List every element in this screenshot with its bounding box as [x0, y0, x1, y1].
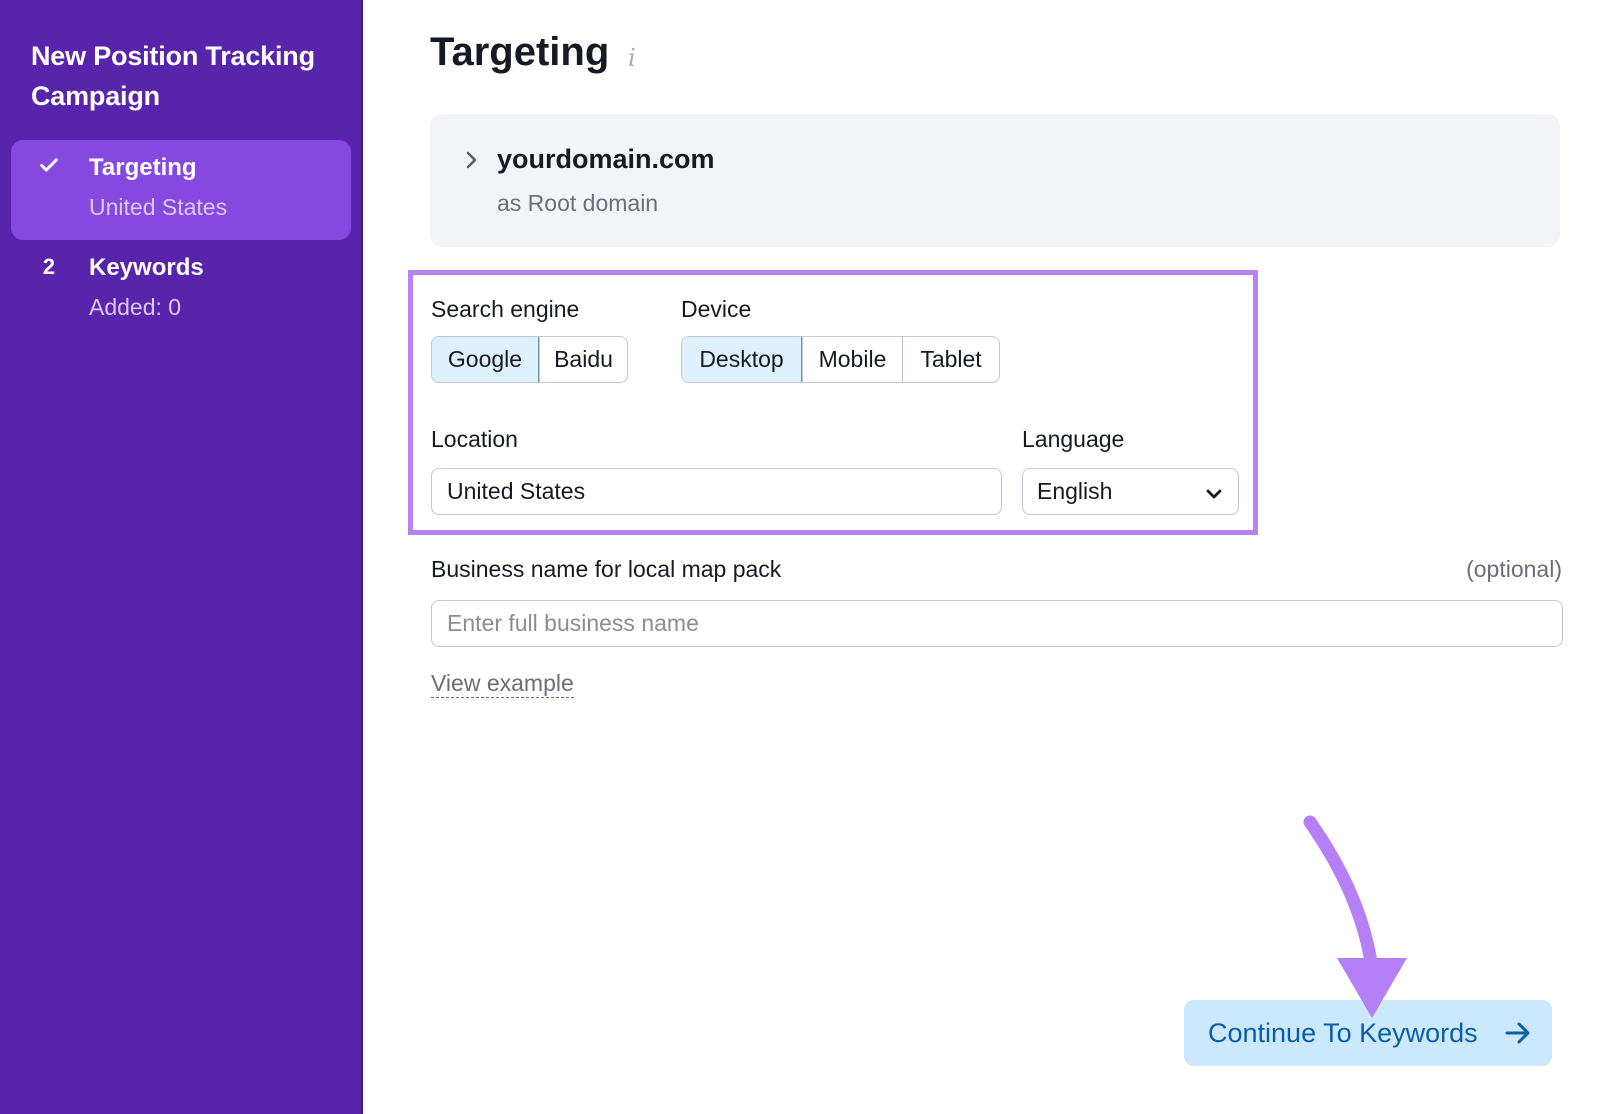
page-title: Targeting — [430, 30, 609, 75]
step-subtitle: Added: 0 — [89, 294, 181, 321]
search-engine-label: Search engine — [431, 296, 579, 323]
info-icon[interactable]: i — [628, 44, 636, 72]
location-input[interactable]: United States — [431, 468, 1002, 515]
domain-name: yourdomain.com — [497, 144, 715, 175]
chevron-right-icon[interactable] — [464, 150, 480, 170]
arrow-right-icon — [1504, 1020, 1532, 1046]
step-subtitle: United States — [89, 194, 227, 221]
campaign-title: New Position Tracking Campaign — [31, 36, 341, 116]
step-keywords[interactable]: 2 Keywords Added: 0 — [11, 240, 351, 340]
search-engine-google[interactable]: Google — [432, 337, 539, 382]
language-select[interactable]: English — [1022, 468, 1239, 515]
optional-label: (optional) — [1466, 556, 1562, 583]
search-engine-toggle: Google Baidu — [431, 336, 628, 383]
search-engine-baidu[interactable]: Baidu — [539, 337, 627, 382]
device-mobile[interactable]: Mobile — [802, 337, 902, 382]
continue-to-keywords-button[interactable]: Continue To Keywords — [1184, 1000, 1552, 1066]
device-tablet[interactable]: Tablet — [902, 337, 999, 382]
continue-button-label: Continue To Keywords — [1208, 1018, 1478, 1049]
view-example-link[interactable]: View example — [431, 669, 574, 698]
check-icon — [37, 154, 61, 178]
step-number: 2 — [37, 254, 61, 278]
sidebar: New Position Tracking Campaign Targeting… — [0, 0, 363, 1114]
step-targeting[interactable]: Targeting United States — [11, 140, 351, 240]
annotation-arrow-icon — [1280, 800, 1440, 1030]
step-title: Targeting — [89, 154, 197, 182]
device-toggle: Desktop Mobile Tablet — [681, 336, 1000, 383]
domain-card[interactable]: yourdomain.com as Root domain — [430, 114, 1560, 247]
step-title: Keywords — [89, 254, 204, 282]
language-label: Language — [1022, 426, 1124, 453]
device-desktop[interactable]: Desktop — [682, 337, 802, 382]
business-name-input[interactable]: Enter full business name — [431, 600, 1563, 647]
domain-scope: as Root domain — [497, 190, 658, 217]
chevron-down-icon — [1204, 483, 1224, 503]
location-label: Location — [431, 426, 518, 453]
business-name-label: Business name for local map pack — [431, 556, 781, 583]
language-value: English — [1037, 478, 1112, 505]
device-label: Device — [681, 296, 751, 323]
